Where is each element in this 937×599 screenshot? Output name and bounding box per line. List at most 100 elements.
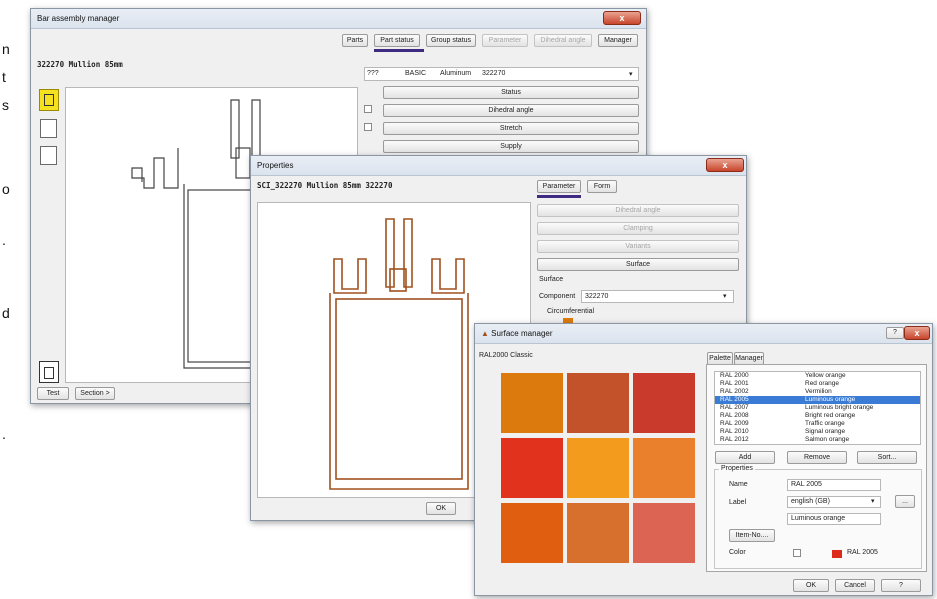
chevron-down-icon: ▾ bbox=[723, 293, 727, 300]
sort-button[interactable]: Sort... bbox=[857, 451, 917, 464]
tab-manager[interactable]: Manager bbox=[598, 34, 638, 47]
stretch-button[interactable]: Stretch bbox=[383, 122, 639, 135]
active-tab-indicator bbox=[537, 195, 581, 198]
text-fragment: s bbox=[2, 97, 9, 113]
language-value: english (GB) bbox=[791, 498, 830, 505]
bar-profile-icon[interactable] bbox=[39, 89, 59, 111]
ral-name: Yellow orange bbox=[805, 372, 846, 379]
status-button[interactable]: Status bbox=[383, 86, 639, 99]
properties-label: Properties bbox=[719, 465, 755, 472]
ral-list[interactable]: RAL 2000 Yellow orange RAL 2001 Red orange R… bbox=[714, 371, 921, 445]
help-icon[interactable]: ? bbox=[886, 327, 904, 339]
list-item[interactable]: RAL 2010 Signal orange bbox=[715, 428, 920, 436]
list-item[interactable]: RAL 2007 Luminous bright orange bbox=[715, 404, 920, 412]
dihedral-angle-button[interactable]: Dihedral angle bbox=[383, 104, 639, 117]
ral-code: RAL 2010 bbox=[720, 428, 749, 435]
ral-code: RAL 2005 bbox=[720, 396, 749, 403]
selected-color-swatch bbox=[832, 550, 842, 558]
name-field[interactable]: RAL 2005 bbox=[787, 479, 881, 491]
list-item[interactable]: RAL 2009 Traffic orange bbox=[715, 420, 920, 428]
selector-material: Aluminum bbox=[440, 70, 472, 77]
help-button[interactable]: ? bbox=[881, 579, 921, 592]
profile-selector[interactable]: ??? BASIC Aluminum 322270 ▾ bbox=[364, 67, 639, 81]
tab-dihedral-angle[interactable]: Dihedral angle bbox=[534, 34, 592, 47]
close-button[interactable]: x bbox=[904, 326, 930, 340]
color-swatch[interactable] bbox=[501, 503, 563, 563]
color-swatch[interactable] bbox=[501, 373, 563, 433]
variants-button[interactable]: Variants bbox=[537, 240, 739, 253]
ral-name: Vermilion bbox=[805, 388, 832, 395]
cancel-button[interactable]: Cancel bbox=[835, 579, 875, 592]
add-button[interactable]: Add bbox=[715, 451, 775, 464]
list-item[interactable]: RAL 2008 Bright red orange bbox=[715, 412, 920, 420]
component-label: Component bbox=[539, 293, 576, 300]
color-swatch[interactable] bbox=[633, 373, 695, 433]
blank-view-icon[interactable] bbox=[40, 146, 57, 165]
palette-name: RAL2000 Classic bbox=[479, 352, 533, 359]
color-checkbox[interactable] bbox=[793, 549, 801, 557]
bar-assembly-titlebar[interactable]: Bar assembly manager bbox=[31, 9, 646, 29]
remove-button[interactable]: Remove bbox=[787, 451, 847, 464]
text-fragment: . bbox=[2, 426, 6, 442]
ok-button[interactable]: OK bbox=[426, 502, 456, 515]
surface-titlebar[interactable]: ▲ Surface manager bbox=[475, 324, 932, 344]
dihedral-angle-button[interactable]: Dihedral angle bbox=[537, 204, 739, 217]
color-swatch[interactable] bbox=[633, 503, 695, 563]
list-item[interactable]: RAL 2000 Yellow orange bbox=[715, 372, 920, 380]
ral-list-body: RAL 2000 Yellow orange RAL 2001 Red orange R… bbox=[715, 372, 920, 444]
section-button[interactable]: Section > bbox=[75, 387, 115, 400]
label-label: Label bbox=[729, 499, 747, 506]
language-select[interactable]: english (GB) ▾ bbox=[787, 496, 881, 508]
surface-button[interactable]: Surface bbox=[537, 258, 739, 271]
section-view-icon[interactable] bbox=[40, 119, 57, 138]
component-value: 322270 bbox=[585, 293, 609, 300]
profile-title: SCI_322270 Mullion 85mm 322270 bbox=[257, 181, 393, 190]
active-tab-indicator bbox=[374, 49, 424, 52]
name-label: Name bbox=[729, 481, 748, 488]
test-button[interactable]: Test bbox=[37, 387, 69, 400]
tab-group-status[interactable]: Group status bbox=[426, 34, 476, 47]
ral-name: Salmon orange bbox=[805, 436, 850, 443]
more-button[interactable]: ... bbox=[895, 495, 915, 508]
dihedral-checkbox[interactable] bbox=[364, 105, 372, 113]
list-item[interactable]: RAL 2012 Salmon orange bbox=[715, 436, 920, 444]
label-text-field[interactable]: Luminous orange bbox=[787, 513, 881, 525]
tab-parts[interactable]: Parts bbox=[342, 34, 368, 47]
close-button[interactable]: x bbox=[603, 11, 641, 25]
stretch-checkbox[interactable] bbox=[364, 123, 372, 131]
clamping-button[interactable]: Clamping bbox=[537, 222, 739, 235]
color-swatch[interactable] bbox=[633, 438, 695, 498]
supply-button[interactable]: Supply bbox=[383, 140, 639, 153]
tab-form[interactable]: Form bbox=[587, 180, 617, 193]
color-swatch[interactable] bbox=[567, 438, 629, 498]
palette-panel: RAL 2000 Yellow orange RAL 2001 Red orange R… bbox=[706, 364, 927, 572]
bottom-profile-icon[interactable] bbox=[39, 361, 59, 383]
color-swatch[interactable] bbox=[567, 503, 629, 563]
list-item[interactable]: RAL 2005 Luminous orange bbox=[715, 396, 920, 404]
list-item[interactable]: RAL 2002 Vermilion bbox=[715, 388, 920, 396]
close-button[interactable]: x bbox=[706, 158, 744, 172]
tab-part-status[interactable]: Part status bbox=[374, 34, 420, 47]
profile-title: 322270 Mullion 85mm bbox=[37, 60, 123, 69]
color-swatch[interactable] bbox=[501, 438, 563, 498]
selector-status: BASIC bbox=[405, 70, 427, 77]
tab-parameter[interactable]: Parameter bbox=[537, 180, 581, 193]
window-title: Bar assembly manager bbox=[37, 14, 120, 23]
color-swatch[interactable] bbox=[567, 373, 629, 433]
color-label: Color bbox=[729, 549, 746, 556]
chevron-down-icon: ▾ bbox=[871, 498, 875, 505]
ral-code: RAL 2008 bbox=[720, 412, 749, 419]
ral-code: RAL 2012 bbox=[720, 436, 749, 443]
selector-code: ??? bbox=[367, 70, 379, 77]
ral-name: Signal orange bbox=[805, 428, 846, 435]
ral-name: Red orange bbox=[805, 380, 839, 387]
ok-button[interactable]: OK bbox=[793, 579, 829, 592]
component-select[interactable]: 322270 ▾ bbox=[581, 290, 734, 303]
properties-titlebar[interactable]: Properties bbox=[251, 156, 746, 176]
item-no-button[interactable]: Item-No.... bbox=[729, 529, 775, 542]
text-fragment: d bbox=[2, 305, 10, 321]
color-value: RAL 2005 bbox=[847, 549, 878, 556]
list-item[interactable]: RAL 2001 Red orange bbox=[715, 380, 920, 388]
name-value: RAL 2005 bbox=[791, 481, 822, 488]
tab-parameter[interactable]: Parameter bbox=[482, 34, 528, 47]
